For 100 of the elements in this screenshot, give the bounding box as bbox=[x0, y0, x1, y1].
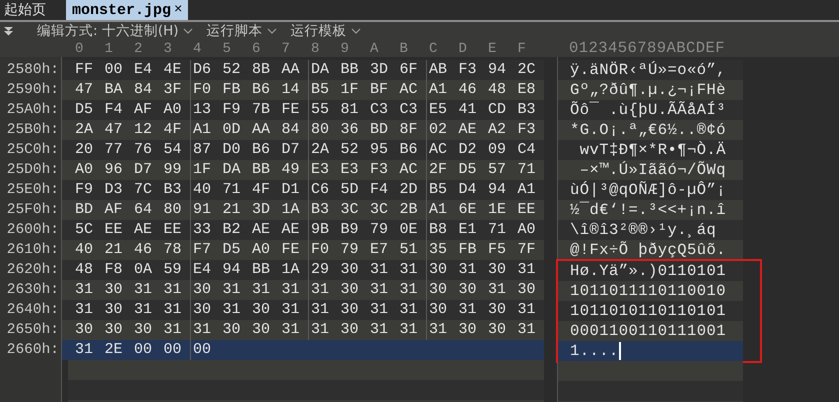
hex-byte[interactable]: 52 bbox=[222, 60, 252, 80]
hex-byte[interactable]: F4 bbox=[104, 100, 134, 120]
hex-byte[interactable]: B9 bbox=[340, 220, 370, 240]
toolbar-menu[interactable]: 运行脚本 bbox=[206, 22, 277, 40]
hex-byte[interactable]: F3 bbox=[518, 120, 547, 140]
tab[interactable]: monster.jpg × bbox=[66, 0, 188, 20]
hex-byte[interactable]: A2 bbox=[488, 120, 518, 140]
hex-byte[interactable]: F9 bbox=[75, 180, 104, 200]
hex-byte[interactable]: 80 bbox=[164, 200, 193, 220]
hex-byte[interactable]: 31 bbox=[400, 320, 429, 340]
hex-byte[interactable]: 7F bbox=[518, 240, 547, 260]
hex-byte[interactable]: E1 bbox=[458, 220, 488, 240]
hex-byte[interactable]: 31 bbox=[134, 300, 164, 320]
hex-byte[interactable]: C3 bbox=[370, 100, 400, 120]
hex-byte[interactable]: D0 bbox=[222, 140, 252, 160]
hex-byte[interactable]: 3D bbox=[252, 200, 282, 220]
hex-byte[interactable]: 00 bbox=[104, 60, 134, 80]
hex-byte[interactable]: 30 bbox=[340, 260, 370, 280]
hex-byte[interactable]: BF bbox=[370, 80, 400, 100]
hex-byte[interactable]: BB bbox=[340, 60, 370, 80]
hex-byte[interactable]: FF bbox=[75, 60, 104, 80]
hex-byte[interactable]: C4 bbox=[518, 140, 547, 160]
hex-byte[interactable]: D7 bbox=[282, 140, 311, 160]
hex-byte[interactable]: 1A bbox=[282, 200, 311, 220]
hex-byte[interactable]: BB bbox=[252, 160, 282, 180]
hex-byte[interactable]: 7B bbox=[252, 100, 282, 120]
hex-byte[interactable]: 3F bbox=[164, 80, 193, 100]
hex-byte[interactable]: 48 bbox=[75, 260, 104, 280]
hex-byte[interactable]: 31 bbox=[488, 280, 518, 300]
hex-byte[interactable]: AE bbox=[458, 120, 488, 140]
hex-byte[interactable]: 59 bbox=[164, 260, 193, 280]
hex-byte[interactable]: DA bbox=[222, 160, 252, 180]
hex-byte[interactable]: FB bbox=[458, 240, 488, 260]
hex-byte[interactable]: 31 bbox=[282, 320, 311, 340]
hex-byte[interactable]: 31 bbox=[518, 260, 547, 280]
hex-byte[interactable]: 30 bbox=[488, 300, 518, 320]
hex-byte[interactable]: 94 bbox=[488, 60, 518, 80]
hex-byte[interactable]: 2B bbox=[400, 200, 429, 220]
hex-byte[interactable]: E4 bbox=[134, 60, 164, 80]
hex-byte[interactable]: F3 bbox=[458, 60, 488, 80]
hex-byte[interactable]: 78 bbox=[164, 240, 193, 260]
hex-byte[interactable]: 20 bbox=[75, 140, 104, 160]
hex-byte[interactable]: 3D bbox=[370, 60, 400, 80]
hex-byte[interactable]: 95 bbox=[370, 140, 400, 160]
hex-byte[interactable]: 30 bbox=[488, 320, 518, 340]
hex-byte[interactable]: F9 bbox=[222, 100, 252, 120]
hex-byte[interactable]: EE bbox=[518, 200, 547, 220]
hex-byte[interactable]: AA bbox=[252, 120, 282, 140]
hex-byte[interactable]: AE bbox=[282, 220, 311, 240]
hex-byte[interactable]: 64 bbox=[134, 200, 164, 220]
hex-byte[interactable]: 5C bbox=[75, 220, 104, 240]
hex-byte[interactable]: B3 bbox=[518, 100, 547, 120]
hex-byte[interactable]: 1F bbox=[340, 80, 370, 100]
hex-byte[interactable]: AE bbox=[134, 220, 164, 240]
hex-byte[interactable]: 36 bbox=[340, 120, 370, 140]
hex-byte[interactable]: 31 bbox=[458, 300, 488, 320]
hex-byte[interactable]: B6 bbox=[400, 140, 429, 160]
hex-byte[interactable]: 4E bbox=[164, 60, 193, 80]
hex-byte[interactable]: 5D bbox=[340, 180, 370, 200]
hex-byte[interactable]: 57 bbox=[488, 160, 518, 180]
hex-byte[interactable]: 21 bbox=[104, 240, 134, 260]
hex-byte[interactable]: 30 bbox=[222, 320, 252, 340]
hex-byte[interactable]: FB bbox=[222, 80, 252, 100]
hex-byte[interactable]: D5 bbox=[75, 100, 104, 120]
hex-byte[interactable]: 31 bbox=[518, 300, 547, 320]
collapse-icon[interactable] bbox=[4, 26, 13, 36]
hex-byte[interactable]: D7 bbox=[134, 160, 164, 180]
hex-byte[interactable]: 31 bbox=[400, 280, 429, 300]
hex-byte[interactable]: 30 bbox=[104, 300, 134, 320]
hex-byte[interactable]: 81 bbox=[340, 100, 370, 120]
hex-byte[interactable]: BD bbox=[370, 120, 400, 140]
hex-byte[interactable]: 31 bbox=[164, 320, 193, 340]
hex-byte[interactable]: 30 bbox=[458, 280, 488, 300]
hex-byte[interactable]: BD bbox=[75, 200, 104, 220]
hex-byte[interactable]: CD bbox=[488, 100, 518, 120]
hex-byte[interactable]: 8F bbox=[400, 120, 429, 140]
hex-byte[interactable]: 1A bbox=[282, 260, 311, 280]
hex-byte[interactable]: 71 bbox=[488, 220, 518, 240]
hex-byte[interactable]: F8 bbox=[104, 260, 134, 280]
hex-byte[interactable]: AC bbox=[400, 80, 429, 100]
hex-byte[interactable]: 6E bbox=[458, 200, 488, 220]
hex-byte[interactable]: 31 bbox=[400, 260, 429, 280]
hex-byte[interactable]: 76 bbox=[134, 140, 164, 160]
hex-byte[interactable]: D4 bbox=[458, 180, 488, 200]
hex-byte[interactable]: A0 bbox=[518, 220, 547, 240]
hex-byte[interactable]: D5 bbox=[222, 240, 252, 260]
hex-byte[interactable]: 4F bbox=[252, 180, 282, 200]
hex-byte[interactable]: 0D bbox=[222, 120, 252, 140]
hex-byte[interactable]: 00 bbox=[134, 340, 164, 360]
hex-byte[interactable]: EE bbox=[164, 220, 193, 240]
hex-byte[interactable]: 30 bbox=[340, 320, 370, 340]
tab[interactable]: 起始页 bbox=[0, 0, 60, 20]
hex-byte[interactable]: 31 bbox=[518, 320, 547, 340]
hex-byte[interactable]: 96 bbox=[104, 160, 134, 180]
hex-byte[interactable]: 71 bbox=[518, 160, 547, 180]
hex-byte[interactable]: E3 bbox=[340, 160, 370, 180]
hex-byte[interactable]: 30 bbox=[104, 320, 134, 340]
hex-byte[interactable]: B6 bbox=[252, 140, 282, 160]
hex-byte[interactable]: 14 bbox=[282, 80, 311, 100]
hex-byte[interactable]: A0 bbox=[164, 100, 193, 120]
